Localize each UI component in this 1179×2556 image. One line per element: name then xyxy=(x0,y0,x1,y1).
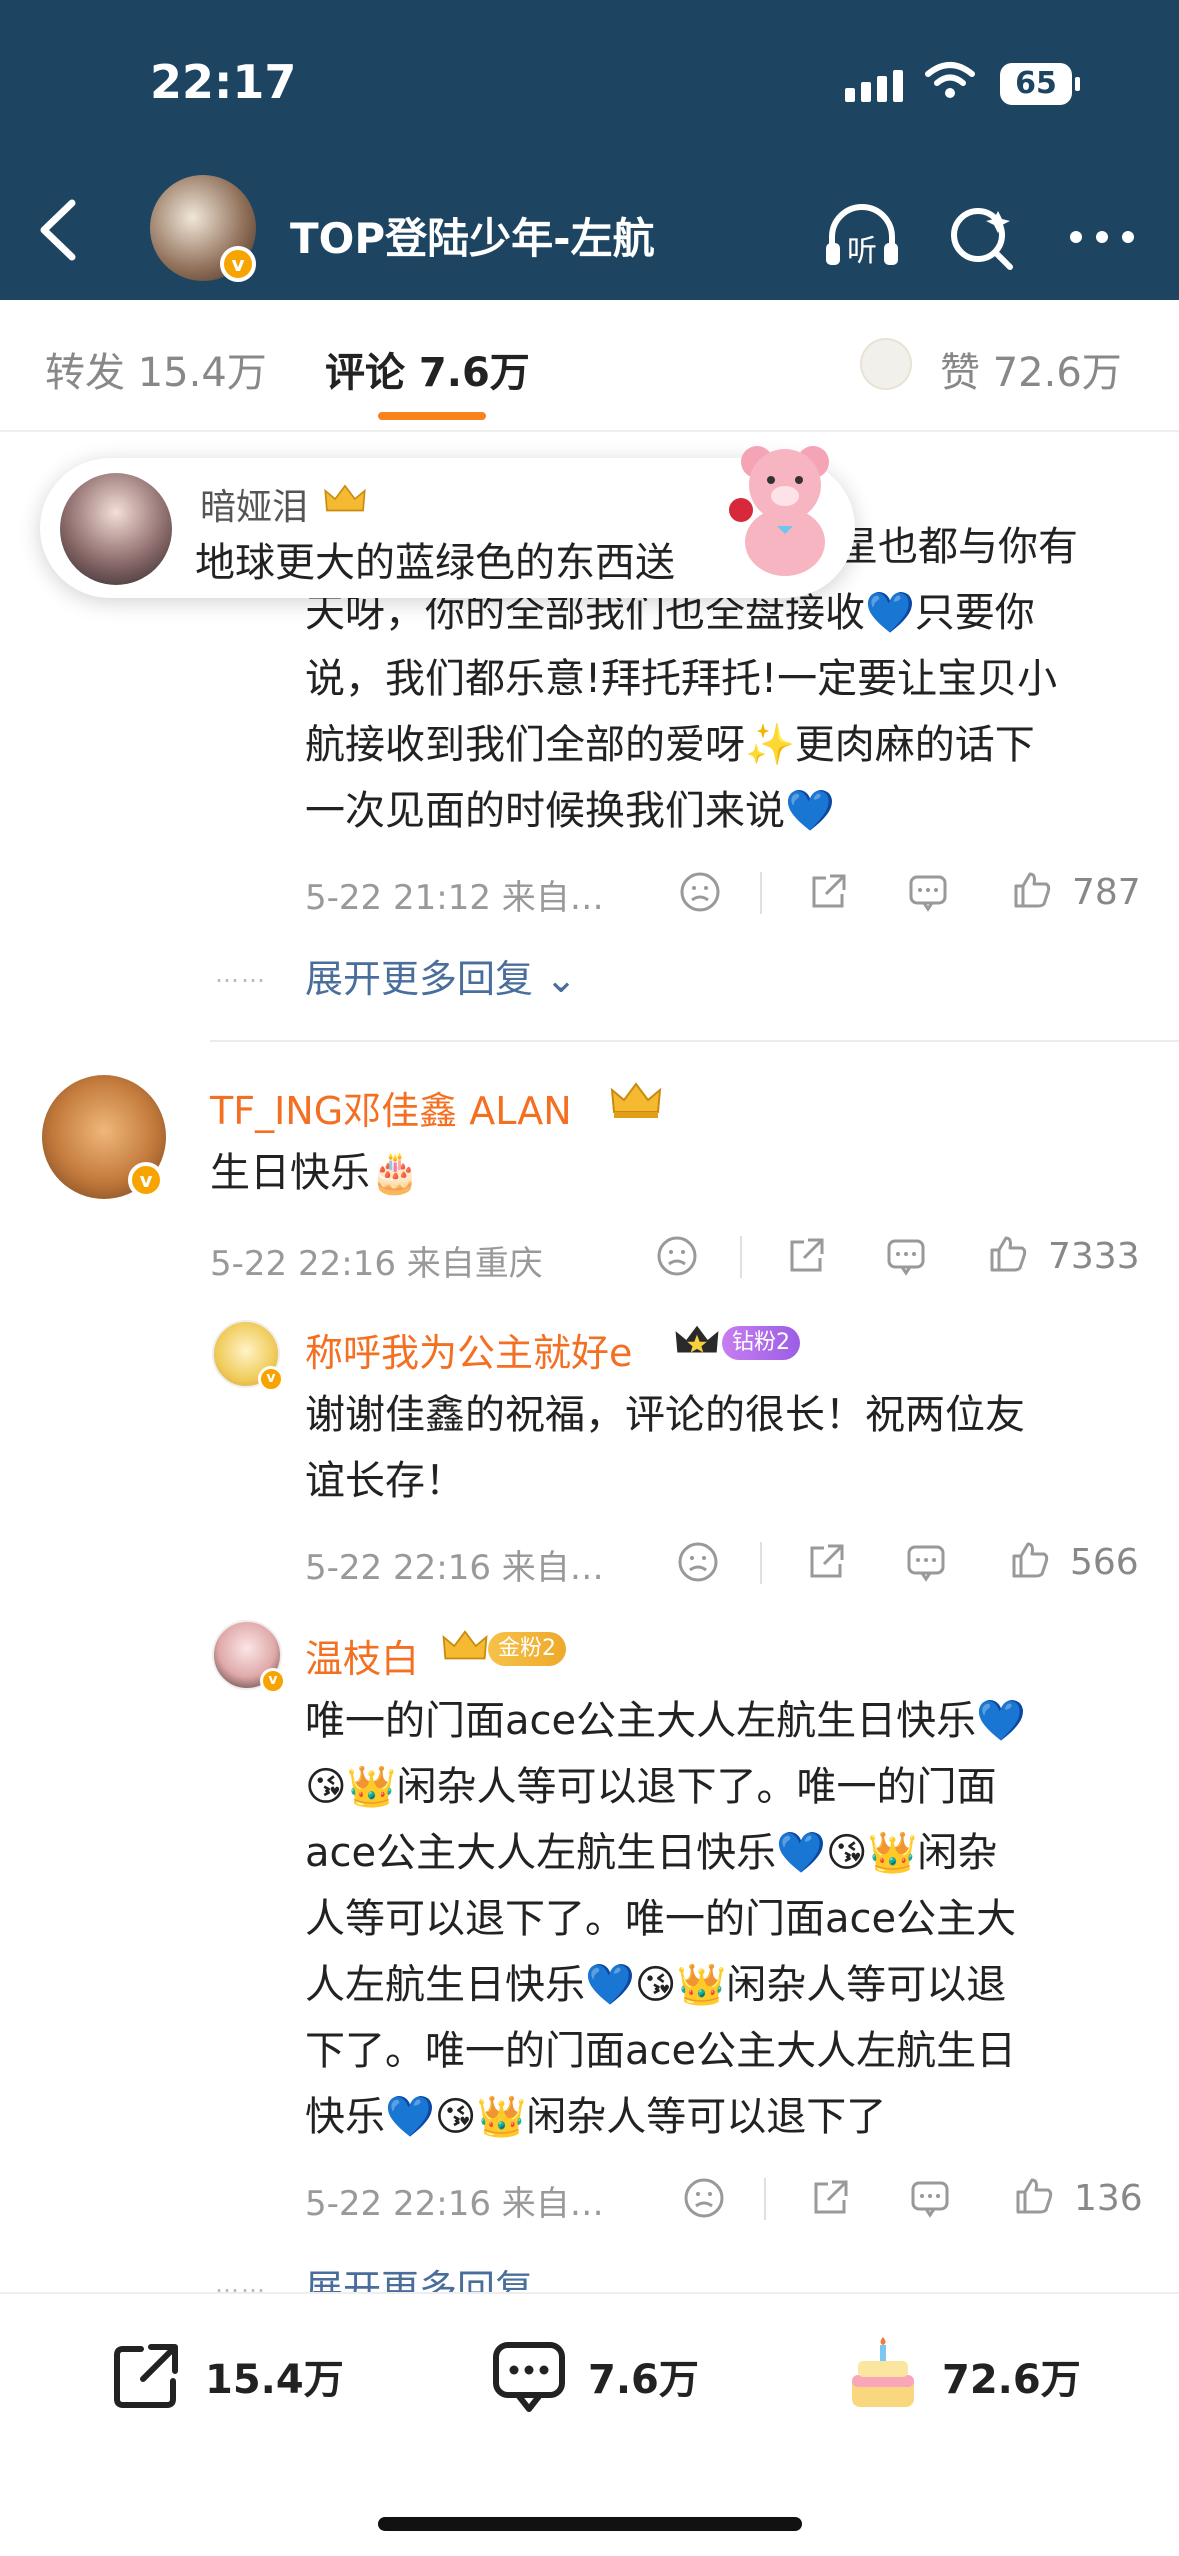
crown-badge-icon xyxy=(610,1082,662,1118)
comment-line: 航接收到我们全部的爱呀✨更肉麻的话下 xyxy=(305,722,1035,768)
comment-divider xyxy=(210,1040,1179,1042)
like-count: 7333 xyxy=(1048,1236,1140,1277)
commenter-name[interactable]: TF_ING邓佳鑫 ALAN xyxy=(210,1080,572,1135)
comment-line: 人等可以退下了。唯一的门面ace公主大 xyxy=(305,1896,1017,1942)
tab-likes[interactable]: 赞 72.6万 xyxy=(940,340,1122,398)
dislike-icon[interactable] xyxy=(682,2176,726,2220)
comment-line: 星也都与你有 xyxy=(838,524,1078,570)
chevron-down-icon: ⌄ xyxy=(545,957,577,1001)
share-icon[interactable] xyxy=(784,1234,828,1278)
verified-badge-icon: v xyxy=(220,246,256,282)
toast-avatar xyxy=(60,473,172,585)
comment-line: ace公主大人左航生日快乐💙😘👑闲杂 xyxy=(305,1830,998,1876)
like-icon[interactable] xyxy=(1010,868,1054,912)
comment-meta: 5-22 22:16 来自… xyxy=(305,1548,604,1588)
verified-badge-icon: v xyxy=(128,1162,164,1198)
dislike-icon[interactable] xyxy=(678,870,722,914)
like-count-total: 72.6万 xyxy=(942,2357,1081,2403)
comment-meta: 5-22 21:12 来自… xyxy=(305,878,604,918)
reply-icon[interactable] xyxy=(884,1234,928,1278)
verified-badge-icon: v xyxy=(260,1668,286,1694)
dislike-icon[interactable] xyxy=(676,1540,720,1584)
repost-count: 15.4万 xyxy=(205,2357,344,2403)
comment-meta: 5-22 22:16 来自… xyxy=(305,2184,604,2224)
home-indicator xyxy=(378,2517,802,2531)
replier-name[interactable]: 称呼我为公主就好e xyxy=(305,1322,632,1377)
active-tab-indicator xyxy=(378,412,486,420)
status-time: 22:17 xyxy=(150,55,297,109)
fan-badge: 钻粉2 xyxy=(722,1326,800,1360)
back-button[interactable] xyxy=(30,195,90,265)
comment-line: 唯一的门面ace公主大人左航生日快乐💙 xyxy=(305,1698,1026,1744)
more-options-icon[interactable] xyxy=(1060,195,1144,279)
toast-text: 地球更大的蓝绿色的东西送 xyxy=(195,540,675,586)
tab-comments[interactable]: 评论 7.6万 xyxy=(325,340,530,398)
bottom-like-button[interactable]: 72.6万 xyxy=(842,2335,1081,2417)
crown-badge-icon xyxy=(675,1325,719,1353)
crown-badge-icon xyxy=(324,484,366,512)
signal-icon xyxy=(845,70,903,102)
battery-indicator: 65 xyxy=(1000,63,1080,105)
bottom-comment-button[interactable]: 7.6万 xyxy=(488,2335,699,2417)
share-icon[interactable] xyxy=(804,1540,848,1584)
comment-icon xyxy=(493,2342,565,2412)
dots-decoration: …… xyxy=(215,960,267,988)
comment-line: 说，我们都乐意!拜托拜托!一定要让宝贝小 xyxy=(305,656,1058,702)
expand-replies-label: 展开更多回复 xyxy=(305,957,534,1001)
comment-line: 人左航生日快乐💙😘👑闲杂人等可以退 xyxy=(305,1962,1007,2008)
divider xyxy=(740,1236,742,1278)
comment-line: 谊长存！ xyxy=(305,1458,465,1504)
teddy-bear-gift-icon xyxy=(729,446,829,576)
dislike-icon[interactable] xyxy=(655,1234,699,1278)
birthday-cake-icon xyxy=(852,2337,914,2407)
bottom-repost-button[interactable]: 15.4万 xyxy=(105,2335,344,2417)
comment-meta: 5-22 22:16 来自重庆 xyxy=(210,1244,543,1284)
page-title[interactable]: TOP登陆少年-左航 xyxy=(290,205,655,266)
divider xyxy=(760,1542,762,1584)
repost-icon xyxy=(114,2344,178,2408)
like-reaction-icon xyxy=(860,338,912,390)
reply-icon[interactable] xyxy=(908,2176,952,2220)
like-count: 136 xyxy=(1074,2178,1143,2219)
comment-line: 下了。唯一的门面ace公主大人左航生日 xyxy=(305,2028,1017,2074)
search-icon[interactable] xyxy=(940,195,1024,279)
wifi-icon xyxy=(925,62,975,98)
share-icon[interactable] xyxy=(806,870,850,914)
listen-label: 听 xyxy=(847,234,877,269)
tab-divider xyxy=(0,430,1179,432)
crown-badge-icon xyxy=(442,1630,488,1660)
reply-icon[interactable] xyxy=(904,1540,948,1584)
verified-badge-icon: v xyxy=(258,1366,284,1392)
comment-line: 谢谢佳鑫的祝福，评论的很长！祝两位友 xyxy=(305,1392,1025,1438)
comment-text: 生日快乐🎂 xyxy=(210,1150,420,1196)
expand-replies-link[interactable]: 展开更多回复 ⌄ xyxy=(305,948,577,1003)
like-icon[interactable] xyxy=(1008,1538,1052,1582)
like-count: 787 xyxy=(1072,872,1141,913)
divider xyxy=(760,872,762,914)
toast-name: 暗娅泪 xyxy=(200,487,309,528)
fan-badge: 金粉2 xyxy=(488,1632,566,1666)
comment-line: 😘👑闲杂人等可以退下了。唯一的门面 xyxy=(305,1764,997,1810)
replier-name[interactable]: 温枝白 xyxy=(305,1628,419,1683)
comment-line: 快乐💙😘👑闲杂人等可以退下了 xyxy=(305,2094,887,2140)
reply-icon[interactable] xyxy=(906,870,950,914)
like-icon[interactable] xyxy=(1012,2174,1056,2218)
like-count: 566 xyxy=(1070,1542,1139,1583)
listen-button[interactable]: 听 xyxy=(820,195,904,279)
tab-repost[interactable]: 转发 15.4万 xyxy=(45,340,267,398)
comment-count: 7.6万 xyxy=(588,2357,699,2403)
like-icon[interactable] xyxy=(986,1232,1030,1276)
comment-line: 一次见面的时候换我们来说💙 xyxy=(305,788,835,834)
share-icon[interactable] xyxy=(808,2176,852,2220)
divider xyxy=(764,2178,766,2220)
